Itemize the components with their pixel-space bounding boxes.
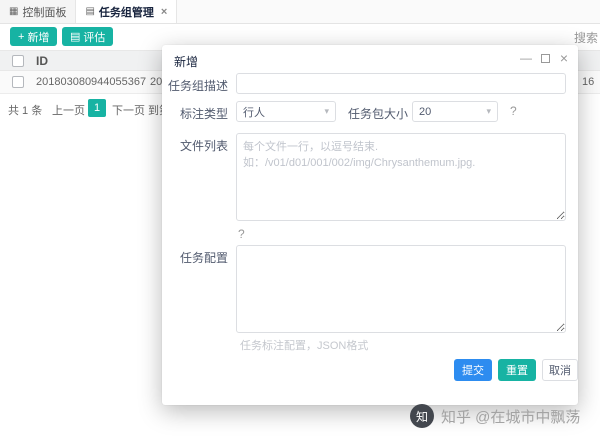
app-window: ▦ 控制面板 ▤ 任务组管理 × + 新增 ▤ 评估 搜索 ID 2018030…	[0, 0, 600, 441]
submit-button[interactable]: 提交	[454, 359, 492, 381]
row-checkbox[interactable]	[12, 76, 24, 88]
add-button-label: 新增	[27, 31, 50, 44]
minimize-icon[interactable]: —	[520, 51, 532, 65]
clipboard-icon: ▤	[70, 31, 81, 43]
row-id-cell: 201803080944055367	[36, 76, 147, 88]
task-config-hint: 任务标注配置，JSON格式	[240, 340, 369, 352]
tab-control-panel-label: 控制面板	[22, 6, 67, 19]
add-button[interactable]: + 新增	[10, 27, 58, 46]
reset-button[interactable]: 重置	[498, 359, 536, 381]
dashboard-icon: ▦	[9, 6, 19, 17]
search-input[interactable]: 搜索	[574, 29, 598, 46]
file-list-textarea[interactable]	[236, 133, 566, 221]
chevron-down-icon: ▾	[486, 106, 491, 116]
evaluate-button[interactable]: ▤ 评估	[62, 27, 114, 46]
chevron-down-icon: ▾	[324, 106, 329, 116]
watermark: 知 知乎 @在城市中飘荡	[410, 404, 580, 428]
pagination-total: 共 1 条	[8, 105, 43, 117]
tab-bar: ▦ 控制面板 ▤ 任务组管理 ×	[0, 0, 600, 24]
task-group-desc-label: 任务组描述	[167, 79, 228, 93]
annotation-type-label: 标注类型	[179, 107, 228, 121]
watermark-text: 知乎 @在城市中飘荡	[441, 408, 581, 426]
pagination-prev-button[interactable]: 上一页	[52, 102, 85, 118]
fullscreen-icon[interactable]	[541, 54, 550, 63]
row-cell-fragment: 20	[150, 76, 163, 88]
task-config-textarea[interactable]	[236, 245, 566, 333]
package-size-select[interactable]: 20 ▾	[412, 101, 498, 122]
package-size-value: 20	[419, 105, 432, 118]
package-size-label: 任务包大小	[348, 107, 409, 121]
close-icon[interactable]: ×	[560, 50, 568, 66]
annotation-type-select[interactable]: 行人 ▾	[236, 101, 336, 122]
plus-icon: +	[18, 30, 25, 43]
annotation-type-value: 行人	[243, 106, 265, 119]
select-all-checkbox[interactable]	[12, 55, 24, 67]
row-cell-fragment-right: 16	[582, 76, 595, 88]
list-icon: ▤	[85, 6, 95, 17]
pagination-next-button[interactable]: 下一页	[112, 102, 145, 118]
column-header-id: ID	[36, 54, 48, 68]
tab-task-group-label: 任务组管理	[98, 6, 154, 19]
file-list-label: 文件列表	[179, 139, 228, 153]
evaluate-button-label: 评估	[83, 31, 106, 44]
modal-title: 新增	[174, 55, 199, 69]
zhihu-logo-icon: 知	[410, 404, 434, 428]
task-group-desc-input[interactable]	[236, 73, 566, 94]
file-list-help-icon[interactable]: ?	[238, 227, 245, 241]
package-size-help-icon[interactable]: ?	[510, 104, 517, 118]
tab-task-group-management[interactable]: ▤ 任务组管理 ×	[76, 0, 178, 23]
cancel-button[interactable]: 取消	[542, 359, 578, 381]
pagination-page-1[interactable]: 1	[88, 99, 106, 117]
new-task-group-modal: 新增 — × 任务组描述 标注类型 行人 ▾ 任务包大小 20 ▾ ? 文件列表…	[162, 45, 578, 405]
tab-control-panel[interactable]: ▦ 控制面板	[0, 0, 77, 23]
task-config-label: 任务配置	[179, 251, 228, 265]
tab-close-icon[interactable]: ×	[161, 6, 167, 18]
